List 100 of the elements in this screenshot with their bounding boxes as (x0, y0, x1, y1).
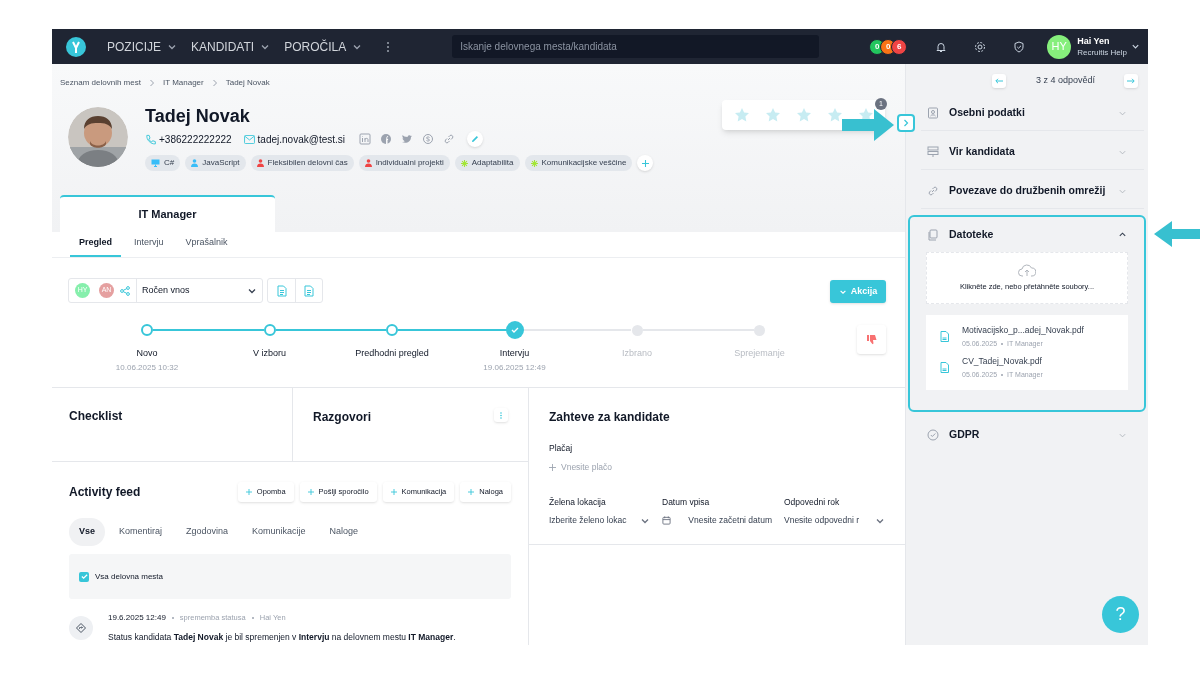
section-title: Activity feed (69, 484, 141, 501)
candidate-name: Tadej Novak (145, 105, 251, 127)
email-address: tadej.novak@test.si (257, 132, 345, 147)
star-icon[interactable] (795, 107, 812, 123)
chevron-right-icon (211, 79, 218, 87)
facebook-icon[interactable] (380, 133, 392, 145)
more-icon[interactable] (386, 40, 391, 53)
job-tab[interactable]: IT Manager (60, 195, 275, 232)
field-label: Datum vpisa (662, 495, 711, 509)
pencil-icon (471, 135, 479, 143)
section-header[interactable]: Osebni podatki (921, 96, 1144, 131)
stage-node[interactable] (631, 324, 643, 336)
select-field[interactable]: Vnesite odpovedni r (784, 514, 885, 527)
section-title: Checklist (69, 408, 124, 425)
calendar-icon (662, 516, 671, 526)
file-name[interactable]: Motivacijsko_p...adej_Novak.pdf (962, 324, 1084, 337)
more-button[interactable] (494, 408, 508, 422)
nav-menu[interactable]: POZICIJE (107, 37, 177, 56)
section-title: Zahteve za kandidate (549, 409, 671, 426)
plus-icon (307, 489, 314, 495)
stage-date: 19.06.2025 12:49 (483, 361, 546, 374)
copy-icon (927, 228, 939, 241)
phone-icon (145, 133, 156, 145)
salary-field[interactable]: Vnesite plačo (561, 460, 681, 474)
bell-icon[interactable] (935, 40, 948, 53)
stage-date: 10.06.2025 10:32 (115, 361, 179, 374)
phone-number: +386222222222 (159, 132, 232, 147)
shield-icon[interactable] (1013, 40, 1026, 53)
chevron-right-icon (148, 79, 155, 87)
skill-tag: Individualni projekti (358, 155, 450, 171)
user-name: Hai Yen (1077, 35, 1111, 47)
plus-icon (245, 489, 252, 495)
section-header[interactable]: Vir kandidata (921, 135, 1144, 170)
filter-tab[interactable]: Komentiraj (109, 518, 173, 546)
plus-icon (468, 489, 475, 495)
skill-tag: Fleksibilen delovni čas (250, 155, 354, 171)
chevron-right-icon (903, 119, 909, 127)
search-field[interactable]: Iskanje delovnega mesta/kandidata (452, 35, 820, 58)
breadcrumb-link[interactable]: Tadej Novak (225, 77, 270, 89)
id-card-icon (927, 107, 939, 119)
source-dropdown[interactable]: Ročen vnos (136, 278, 262, 303)
star-icon[interactable] (826, 107, 843, 123)
stage-node[interactable] (263, 324, 276, 336)
stage-node[interactable] (141, 324, 153, 336)
filter-tab[interactable]: Vse (69, 518, 105, 546)
skill-tag: JavaScript (185, 155, 246, 171)
stage-node[interactable] (386, 324, 398, 336)
thumbs-down-icon (865, 333, 878, 346)
filter-tab[interactable]: Komunikacije (242, 518, 316, 546)
stage-label: Sprejemanje (734, 347, 785, 360)
stage-label: V izboru (253, 347, 286, 360)
next-button[interactable] (1124, 74, 1138, 88)
add-tag-button[interactable] (637, 155, 654, 171)
edit-button[interactable] (467, 131, 483, 147)
filter-tab[interactable]: Zgodovina (176, 518, 239, 546)
company-name: Recruitis Help (1077, 46, 1127, 58)
star-icon[interactable] (764, 107, 781, 123)
plus-icon (641, 159, 649, 167)
field-label: Odpovedni rok (784, 495, 841, 509)
reject-button[interactable] (857, 325, 886, 354)
file-icon (940, 331, 949, 343)
breadcrumb-link[interactable]: IT Manager (162, 77, 204, 89)
chevron-down-icon[interactable] (1131, 42, 1140, 51)
nav-menu[interactable]: KANDIDATI (191, 37, 271, 56)
checkbox[interactable] (79, 571, 89, 582)
subtab[interactable]: Vprašalnik (176, 231, 237, 257)
entry-text: Status kandidata Tadej Novak je bil spremenjen v Intervju na delovnem mestu IT Manager. (108, 631, 456, 644)
skill-tag: Komunikacijske veščine (524, 155, 633, 171)
chevron-up-icon (1118, 230, 1127, 239)
document-icon (304, 284, 314, 297)
check-icon (80, 573, 88, 580)
link-icon[interactable] (443, 133, 455, 145)
section-header[interactable]: Povezave do družbenih omrežij (921, 174, 1144, 209)
counter-badge[interactable]: 6 (891, 38, 908, 55)
cloud-upload-icon (1018, 263, 1036, 277)
subtab[interactable]: Pregled (70, 231, 121, 257)
collapse-button[interactable] (897, 114, 915, 132)
arrow-left-icon (995, 78, 1003, 84)
settings-icon[interactable] (974, 40, 987, 53)
select-field[interactable]: Izberite želeno lokac (549, 514, 650, 527)
section-header[interactable]: Datoteke (921, 217, 1144, 252)
file-name[interactable]: CV_Tadej_Novak.pdf (962, 355, 1043, 368)
stage-label: Intervju (499, 347, 530, 360)
subtab[interactable]: Intervju (125, 231, 173, 257)
previous-button[interactable] (992, 74, 1006, 88)
breadcrumb-link[interactable]: Seznam delovnih mest (60, 77, 141, 89)
date-field[interactable]: Vnesite začetni datum (662, 514, 772, 527)
twitter-icon[interactable] (401, 133, 413, 145)
section-header[interactable]: GDPR (921, 417, 1144, 453)
linkedin-icon[interactable] (359, 133, 371, 145)
stage-node[interactable] (754, 324, 765, 336)
nav-menu[interactable]: POROČILA (284, 37, 363, 56)
link-icon (927, 185, 939, 197)
filter-tab[interactable]: Naloge (319, 518, 369, 546)
star-icon[interactable] (733, 107, 750, 123)
skype-icon[interactable] (422, 133, 434, 145)
stage-node[interactable] (505, 321, 524, 339)
share-icon[interactable] (120, 285, 130, 296)
field-label: Plačaj (549, 442, 574, 455)
arrow-left-icon (1154, 221, 1200, 247)
